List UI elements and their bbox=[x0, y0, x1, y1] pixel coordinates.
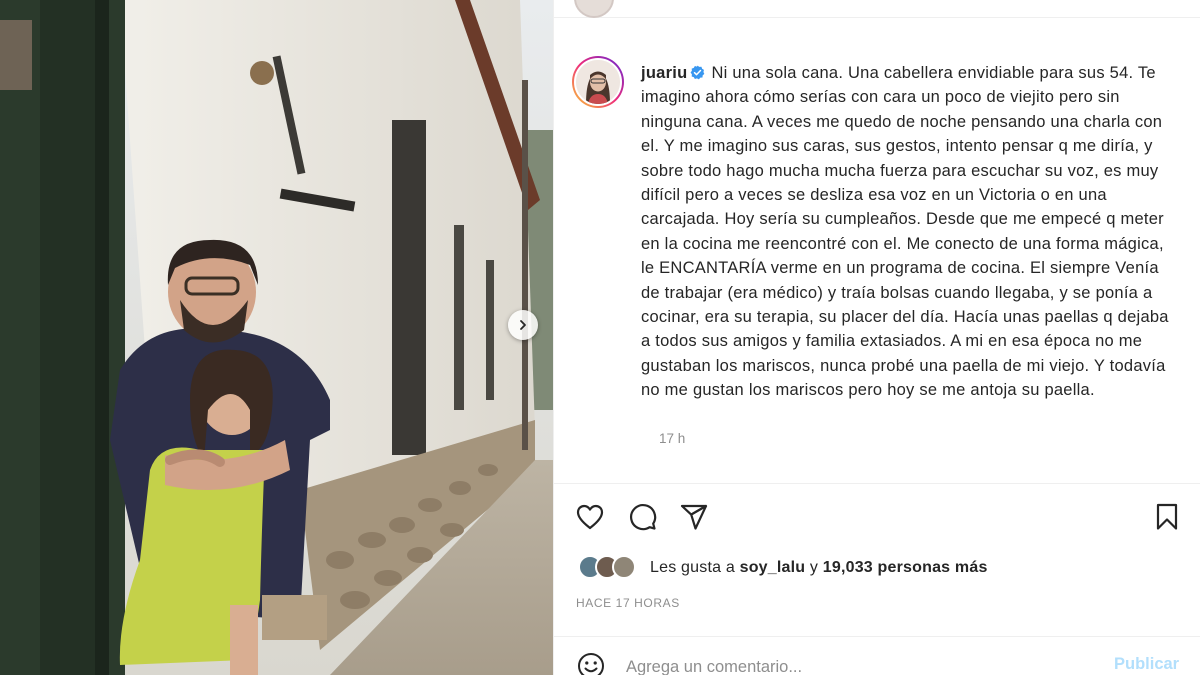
vintage-photo-image bbox=[0, 0, 553, 675]
comment-divider bbox=[554, 636, 1200, 637]
comment-bubble-icon bbox=[630, 504, 657, 531]
heart-icon bbox=[576, 504, 604, 530]
emoji-button[interactable] bbox=[576, 651, 606, 675]
likes-text: Les gusta a soy_lalu y 19,033 personas m… bbox=[650, 559, 988, 577]
publish-button[interactable]: Publicar bbox=[1114, 655, 1179, 674]
comment-button[interactable] bbox=[627, 501, 659, 533]
header-avatar[interactable] bbox=[574, 0, 614, 18]
likes-summary: Les gusta a soy_lalu y 19,033 personas m… bbox=[578, 553, 988, 583]
chevron-right-icon bbox=[520, 320, 526, 330]
caption-username[interactable]: juariu bbox=[641, 64, 687, 82]
likes-prefix: Les gusta a bbox=[650, 559, 735, 576]
like-button[interactable] bbox=[574, 501, 606, 533]
comment-input[interactable] bbox=[626, 655, 1066, 675]
caption-timestamp[interactable]: 17 h bbox=[659, 431, 685, 446]
likes-user-link[interactable]: soy_lalu bbox=[740, 559, 806, 576]
profile-photo-icon bbox=[576, 60, 620, 104]
caption-avatar[interactable] bbox=[572, 56, 624, 108]
likes-count-link[interactable]: 19,033 personas más bbox=[823, 559, 988, 576]
liker-avatar bbox=[612, 555, 636, 579]
paper-plane-icon bbox=[680, 504, 708, 530]
avatar-image bbox=[574, 58, 622, 106]
verified-badge-icon bbox=[691, 65, 705, 80]
smiley-icon bbox=[578, 653, 604, 675]
share-button[interactable] bbox=[678, 501, 710, 533]
save-button[interactable] bbox=[1151, 501, 1183, 533]
carousel-next-button[interactable] bbox=[508, 310, 538, 340]
liker-avatars[interactable] bbox=[578, 554, 644, 582]
post-details-panel: juariu Ni una sola cana. Una cabellera e… bbox=[553, 0, 1200, 675]
bookmark-icon bbox=[1156, 503, 1178, 530]
post-header-strip bbox=[554, 0, 1200, 18]
post-timestamp[interactable]: HACE 17 HORAS bbox=[576, 596, 680, 610]
caption-body: Ni una sola cana. Una cabellera envidiab… bbox=[641, 64, 1169, 400]
caption-text-block: juariu Ni una sola cana. Una cabellera e… bbox=[641, 61, 1181, 403]
actions-divider bbox=[554, 483, 1200, 484]
likes-connector: y bbox=[809, 559, 819, 576]
post-photo bbox=[0, 0, 553, 675]
